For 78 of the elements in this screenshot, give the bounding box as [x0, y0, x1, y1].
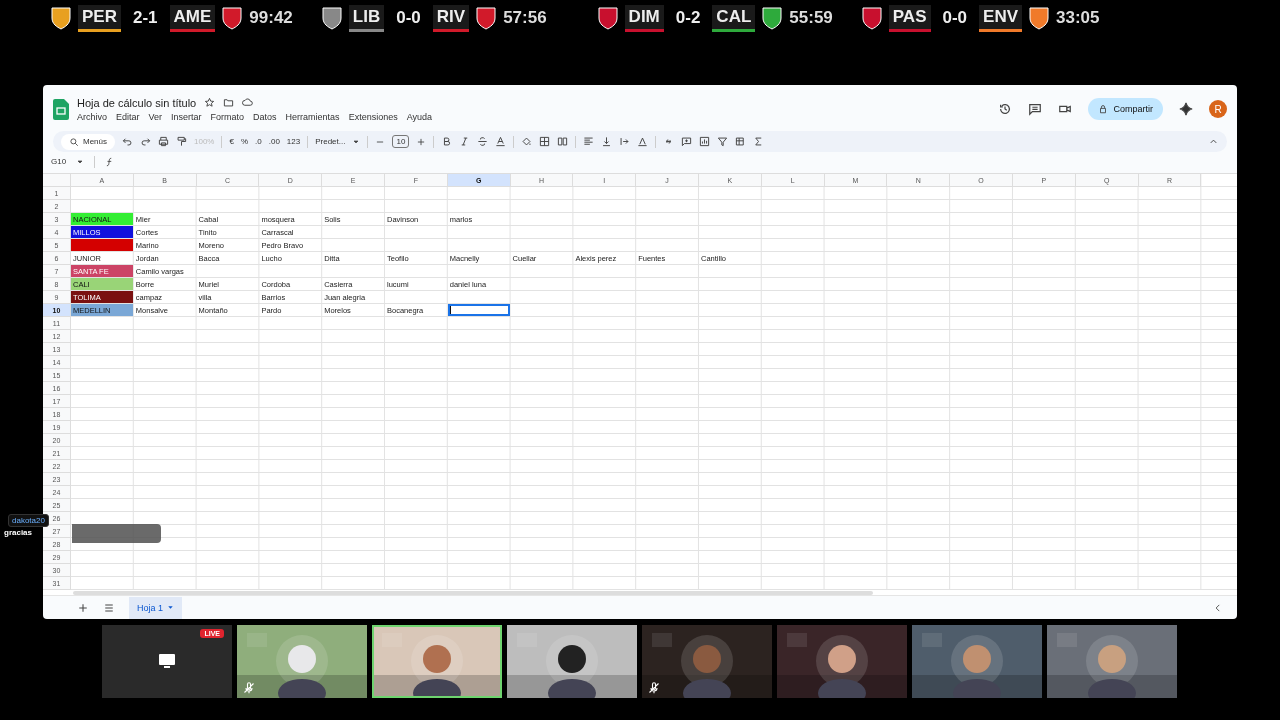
redo-icon[interactable]: [140, 136, 151, 148]
menu-item[interactable]: Formato: [210, 111, 245, 122]
chat-message: gracias: [4, 528, 33, 537]
scrollbar[interactable]: [73, 590, 873, 595]
add-sheet-icon[interactable]: [77, 601, 89, 614]
match-clock: 57:56: [503, 8, 547, 28]
collapse-panel-icon[interactable]: [1213, 602, 1223, 613]
caret-icon[interactable]: [76, 157, 85, 166]
vertical-align-icon[interactable]: [601, 136, 613, 148]
menu-search-field[interactable]: Menús: [61, 133, 115, 150]
strikethrough-icon[interactable]: [477, 136, 489, 148]
menu-item[interactable]: Ver: [148, 111, 163, 122]
team-code: RIV: [432, 4, 470, 32]
fill-color-icon[interactable]: [521, 136, 533, 148]
menu-item[interactable]: Editar: [116, 111, 140, 122]
bold-icon[interactable]: [441, 136, 453, 148]
sparkle-icon[interactable]: [1179, 102, 1193, 117]
chat-username-toast: dakota20: [8, 514, 49, 527]
menu-item[interactable]: Ayuda: [406, 111, 432, 122]
paint-format-icon[interactable]: [176, 136, 187, 148]
number-format-button[interactable]: 123: [286, 137, 301, 147]
sheet-tab[interactable]: Hoja 1: [129, 596, 182, 619]
muted-mic-icon: [648, 682, 660, 694]
caret-icon[interactable]: [352, 137, 361, 146]
add-comment-icon[interactable]: [681, 136, 693, 148]
text-wrap-icon[interactable]: [619, 136, 631, 148]
font-size-field[interactable]: 10: [392, 135, 410, 149]
text-color-icon[interactable]: [495, 136, 507, 148]
screen-share-icon: [158, 653, 176, 669]
team-code: AME: [169, 4, 216, 32]
folder-icon[interactable]: [223, 97, 235, 109]
share-button[interactable]: Compartir: [1088, 98, 1163, 121]
caret-icon: [167, 604, 174, 612]
increase-decimals-button[interactable]: .00: [268, 137, 280, 147]
comment-icon[interactable]: [1028, 102, 1043, 117]
text-rotate-icon[interactable]: [637, 136, 649, 148]
menu-item[interactable]: Archivo: [77, 111, 107, 122]
menu-item[interactable]: Extensiones: [348, 111, 398, 122]
user-avatar[interactable]: R: [1209, 100, 1227, 119]
currency-format-button[interactable]: €: [229, 137, 234, 147]
table-view-icon[interactable]: [735, 136, 747, 148]
plus-icon[interactable]: [416, 136, 427, 147]
print-icon[interactable]: [158, 136, 169, 148]
match-score: 0-0: [941, 8, 969, 28]
borders-icon[interactable]: [539, 136, 551, 148]
match-score: 0-2: [674, 8, 702, 28]
team-code: DIM: [624, 4, 664, 32]
font-dropdown[interactable]: Predet...: [315, 137, 346, 147]
menu-item[interactable]: Insertar: [171, 111, 202, 122]
chart-icon[interactable]: [699, 136, 711, 148]
history-icon[interactable]: [998, 102, 1013, 117]
star-icon[interactable]: [204, 97, 216, 109]
name-box[interactable]: G10: [51, 157, 67, 167]
cloud-icon[interactable]: [242, 97, 254, 109]
team-code: CAL: [712, 4, 756, 32]
muted-mic-icon: [243, 682, 255, 694]
decrease-decimals-button[interactable]: .0: [255, 137, 262, 147]
team-code: PER: [78, 4, 121, 32]
lock-icon: [1098, 104, 1109, 115]
filter-icon[interactable]: [717, 136, 729, 148]
document-title[interactable]: Hoja de cálculo sin título: [77, 96, 197, 109]
merge-cells-icon[interactable]: [557, 136, 569, 148]
match-score: 2-1: [131, 8, 159, 28]
percent-format-button[interactable]: %: [240, 137, 249, 147]
match-clock: 99:42: [249, 8, 293, 28]
align-icon[interactable]: [583, 136, 595, 148]
team-code: LIB: [348, 4, 385, 32]
search-icon: [69, 136, 79, 147]
team-code: ENV: [979, 4, 1023, 32]
menu-icon[interactable]: [103, 601, 115, 614]
menu-item[interactable]: Datos: [253, 111, 277, 122]
match-clock: 33:05: [1056, 8, 1100, 28]
match-clock: 55:59: [789, 8, 833, 28]
team-code: PAS: [888, 4, 931, 32]
sheets-logo[interactable]: [53, 98, 69, 120]
menu-item[interactable]: Herramientas: [285, 111, 340, 122]
undo-icon[interactable]: [122, 136, 133, 148]
match-score: 0-0: [395, 8, 422, 28]
